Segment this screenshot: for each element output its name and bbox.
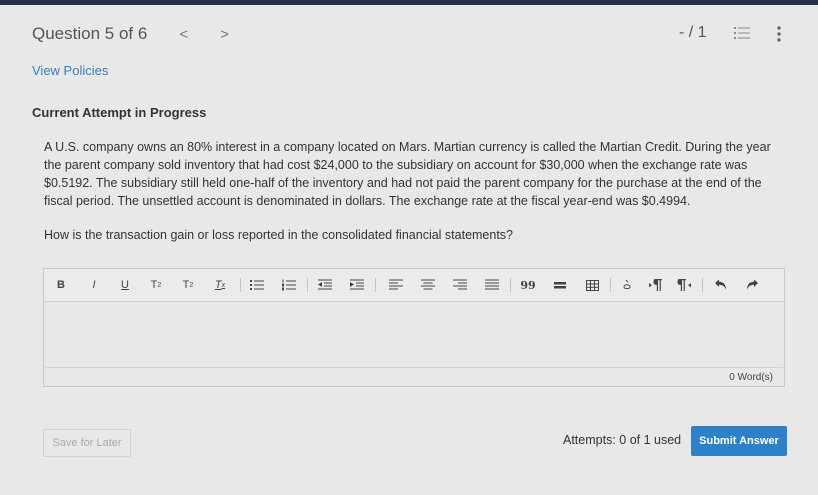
numbered-list-icon[interactable] [281, 276, 297, 294]
underline-button[interactable]: U [118, 276, 132, 294]
subscript-button[interactable]: T2 [148, 276, 164, 294]
align-justify-icon[interactable] [484, 276, 500, 294]
toolbar-divider [375, 278, 376, 292]
undo-icon[interactable] [713, 276, 729, 294]
clear-format-label: T [214, 279, 222, 291]
question-text: A U.S. company owns an 80% interest in a… [44, 140, 771, 208]
align-center-icon[interactable] [420, 276, 436, 294]
subscript-label: T [150, 279, 158, 291]
align-left-icon[interactable] [388, 276, 404, 294]
toolbar-divider [307, 278, 308, 292]
horizontal-rule-icon[interactable] [552, 276, 568, 294]
bold-button[interactable]: B [54, 276, 68, 294]
redo-icon[interactable] [744, 276, 760, 294]
answer-text-area[interactable] [44, 302, 784, 366]
top-bar [0, 0, 818, 5]
subscript-mark: 2 [157, 281, 162, 289]
align-right-icon[interactable] [452, 276, 468, 294]
answer-editor: B I U T2 T2 Tx 99 0 Word(s) [43, 268, 785, 387]
score-display: - / 1 [679, 24, 707, 41]
submit-answer-button[interactable]: Submit Answer [691, 426, 787, 456]
chevron-right-icon[interactable]: > [220, 26, 229, 43]
blockquote-icon[interactable]: 99 [520, 276, 536, 294]
question-list-icon[interactable] [734, 25, 750, 41]
toolbar-divider [610, 278, 611, 292]
question-prompt: How is the transaction gain or loss repo… [44, 228, 514, 242]
question-counter: Question 5 of 6 [32, 24, 148, 43]
more-vertical-icon[interactable] [772, 25, 786, 43]
outdent-icon[interactable] [317, 276, 333, 294]
toolbar-divider [702, 278, 703, 292]
question-header: Question 5 of 6 < > [32, 22, 229, 46]
word-count: 0 Word(s) [45, 367, 783, 386]
ltr-icon[interactable] [648, 276, 664, 294]
clear-formatting-button[interactable]: Tx [212, 276, 228, 294]
rtl-icon[interactable] [676, 276, 692, 294]
save-for-later-button[interactable]: Save for Later [43, 429, 131, 457]
indent-icon[interactable] [349, 276, 365, 294]
view-policies-link[interactable]: View Policies [32, 63, 108, 78]
chevron-left-icon[interactable]: < [179, 26, 188, 43]
special-character-icon[interactable] [619, 276, 635, 294]
attempt-status-title: Current Attempt in Progress [32, 105, 207, 120]
bulleted-list-icon[interactable] [249, 276, 265, 294]
attempts-counter: Attempts: 0 of 1 used [563, 433, 682, 447]
clear-format-mark: x [221, 281, 226, 289]
toolbar-divider [240, 278, 241, 292]
editor-toolbar: B I U T2 T2 Tx 99 [44, 269, 784, 302]
superscript-label: T [182, 279, 190, 291]
table-icon[interactable] [584, 276, 600, 294]
toolbar-divider [510, 278, 511, 292]
italic-button[interactable]: I [87, 276, 101, 294]
superscript-button[interactable]: T2 [180, 276, 196, 294]
superscript-mark: 2 [189, 281, 194, 289]
